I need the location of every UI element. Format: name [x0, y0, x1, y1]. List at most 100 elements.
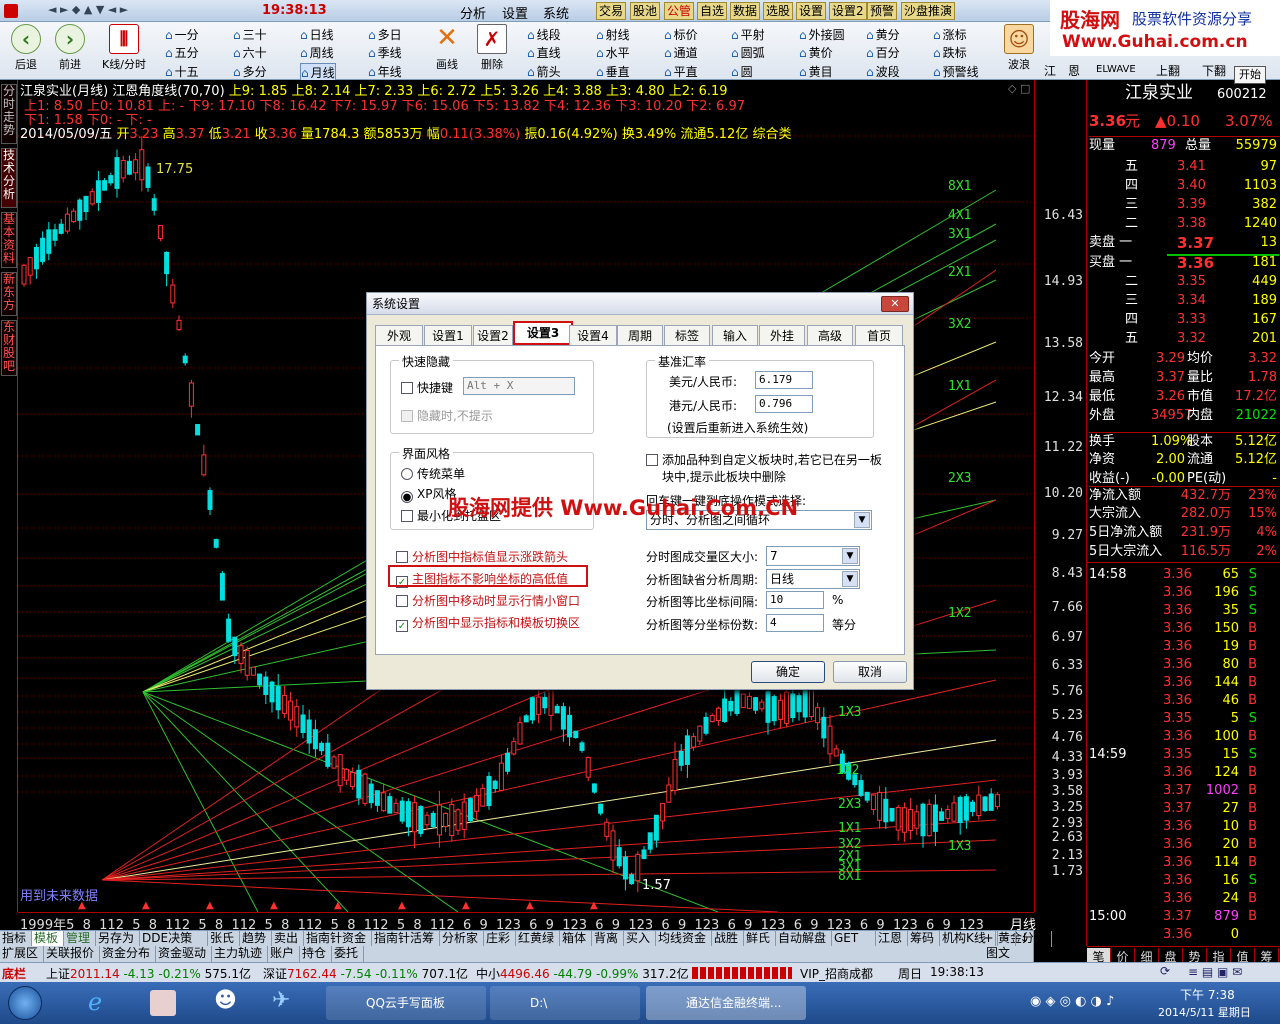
- tool-arrow[interactable]: 箭头: [527, 63, 561, 80]
- dialog-tab[interactable]: 外挂: [759, 325, 805, 345]
- app-icon[interactable]: [4, 4, 18, 18]
- dialog-tab[interactable]: 设置3: [513, 321, 573, 345]
- func-tab[interactable]: 箱体: [560, 931, 592, 947]
- func-tab[interactable]: 自动解盘: [776, 931, 832, 947]
- func-control[interactable]: +: [980, 931, 998, 947]
- tab-eastmoney-forum[interactable]: 东财股吧: [1, 320, 17, 376]
- asks-row[interactable]: 三 3.39 382: [1089, 196, 1279, 214]
- draw-line-button[interactable]: ✕ 画线: [426, 24, 468, 72]
- chart-corner-controls[interactable]: ◇ □: [1008, 82, 1030, 95]
- btn-setup[interactable]: 设置: [796, 2, 827, 20]
- tab-fundamentals[interactable]: 基本资料: [1, 212, 17, 268]
- tray-icons[interactable]: ◉ ◈ ◎ ◐ ◑ ♪: [1030, 994, 1114, 1009]
- ext-tab[interactable]: 资金驱动: [156, 946, 212, 962]
- func-tab[interactable]: DDE决策: [140, 931, 208, 947]
- tool-channel[interactable]: 通道: [664, 44, 698, 61]
- tool-ray[interactable]: 射线: [596, 26, 630, 43]
- ext-tab[interactable]: 委托: [332, 946, 364, 962]
- kline-button[interactable]: ⫴ K线/分时: [98, 24, 150, 72]
- bids-row[interactable]: 四 3.33 167: [1089, 311, 1279, 329]
- func-tab[interactable]: 筹码: [908, 931, 940, 947]
- period-multiday[interactable]: 多日: [368, 26, 402, 43]
- func-tab[interactable]: GET: [832, 931, 876, 947]
- index-smallcap[interactable]: 中小4496.46 -44.79 -0.99% 317.2亿: [476, 965, 689, 982]
- menu-system[interactable]: 系统: [543, 3, 569, 22]
- delete-line-button[interactable]: ✗ 删除: [471, 24, 513, 72]
- f10-tab[interactable]: 图文F10: [984, 946, 1034, 975]
- jiang-button[interactable]: 江: [1044, 62, 1056, 79]
- bids-row[interactable]: 三 3.34 189: [1089, 292, 1279, 310]
- period-5min[interactable]: 五分: [165, 44, 199, 61]
- dialog-tab[interactable]: 输入: [712, 325, 758, 345]
- period-year[interactable]: 年线: [368, 63, 402, 80]
- ext-tab[interactable]: 资金分布: [100, 946, 156, 962]
- bids-row[interactable]: 五 3.32 201: [1089, 330, 1279, 348]
- func-tab[interactable]: 指南针活筹: [372, 931, 440, 947]
- dialog-tab[interactable]: 设置1: [424, 325, 472, 345]
- func-tab[interactable]: 均线资金: [656, 931, 712, 947]
- bird-icon[interactable]: ✈: [272, 988, 290, 1013]
- btn-public[interactable]: 公管: [664, 2, 695, 20]
- func-tab[interactable]: 鲜氏: [744, 931, 776, 947]
- ok-button[interactable]: 确定: [751, 661, 825, 683]
- period-1min[interactable]: 一分: [165, 26, 199, 43]
- tray-small-icons[interactable]: ≡ ▤ ▣ ✉: [1188, 965, 1242, 979]
- ratio-interval-input[interactable]: 10: [766, 591, 824, 609]
- btn-sandbox[interactable]: 沙盘推演: [901, 2, 956, 20]
- btn-alert[interactable]: 预警: [867, 2, 898, 20]
- period-day[interactable]: 日线: [300, 26, 334, 43]
- task-tdx-terminal[interactable]: 通达信金融终端...: [646, 986, 806, 1020]
- tool-circumcircle[interactable]: 外接圆: [799, 26, 845, 43]
- btn-setup2[interactable]: 设置2: [829, 2, 867, 20]
- tool-alert-line[interactable]: 预警线: [933, 63, 979, 80]
- tab-new-oriental[interactable]: 新东方: [1, 272, 17, 316]
- tool-line[interactable]: 直线: [527, 44, 561, 61]
- tool-percent[interactable]: 百分: [866, 44, 900, 61]
- default-period-select[interactable]: 日线 ▼: [766, 569, 860, 589]
- tool-arc[interactable]: 圆弧: [731, 44, 765, 61]
- ext-tab[interactable]: 扩展区: [0, 946, 44, 962]
- indicator-switch-checkbox[interactable]: ✓ 分析图中显示指标和模板切换区: [396, 614, 580, 632]
- wave-button[interactable]: ☺ 波浪: [998, 24, 1040, 72]
- tab-technical[interactable]: 技术分析: [1, 148, 17, 208]
- func-tab[interactable]: 趋势: [240, 931, 272, 947]
- show-arrows-checkbox[interactable]: 分析图中指标值显示涨跌箭头: [396, 548, 568, 565]
- bids-row[interactable]: 二 3.35 449: [1089, 273, 1279, 291]
- func-tab[interactable]: 管理: [64, 931, 96, 947]
- period-week[interactable]: 周线: [300, 44, 334, 61]
- tab-intraday[interactable]: 分时走势: [1, 84, 17, 144]
- no-prompt-checkbox[interactable]: 隐藏时,不提示: [401, 407, 493, 424]
- menu-analysis[interactable]: 分析: [460, 3, 486, 22]
- vip-server[interactable]: VIP_招商成都: [800, 965, 873, 982]
- tool-down-mark[interactable]: 跌标: [933, 44, 967, 61]
- func-tab[interactable]: 另存为: [96, 931, 140, 947]
- btn-screener[interactable]: 选股: [763, 2, 794, 20]
- dialog-tab[interactable]: 首页: [855, 325, 903, 345]
- asks-row[interactable]: 五 3.41 97: [1089, 158, 1279, 176]
- equal-parts-input[interactable]: 4: [766, 614, 824, 632]
- btn-trade[interactable]: 交易: [596, 2, 627, 20]
- func-tab[interactable]: 红黄绿: [516, 931, 560, 947]
- ext-tab[interactable]: 账户: [268, 946, 300, 962]
- menu-settings[interactable]: 设置: [502, 3, 528, 22]
- tool-vertical[interactable]: 垂直: [596, 63, 630, 80]
- classic-menu-radio[interactable]: 传统菜单: [401, 465, 465, 482]
- tool-circle[interactable]: 圆: [731, 63, 753, 80]
- func-tab[interactable]: 庄彩: [484, 931, 516, 947]
- ie-icon[interactable]: ℯ: [88, 988, 102, 1016]
- qq-icon[interactable]: ☻: [214, 988, 237, 1013]
- dialog-tab[interactable]: 设置4: [569, 325, 617, 345]
- dialog-tab[interactable]: 周期: [617, 325, 663, 345]
- period-quarter[interactable]: 季线: [368, 44, 402, 61]
- btn-watchlist[interactable]: 自选: [697, 2, 728, 20]
- usd-input[interactable]: 6.179: [755, 371, 813, 389]
- forward-button[interactable]: › 前进: [49, 24, 91, 72]
- dialog-tab[interactable]: 设置2: [473, 325, 513, 345]
- period-30min[interactable]: 三十: [233, 26, 267, 43]
- func-tab[interactable]: 买入: [624, 931, 656, 947]
- asks-row[interactable]: 四 3.40 1103: [1089, 177, 1279, 195]
- tool-golden-target[interactable]: 黄目: [799, 63, 833, 80]
- ext-tab[interactable]: 持仓: [300, 946, 332, 962]
- task-drive-d[interactable]: D:\: [490, 986, 640, 1020]
- back-button[interactable]: ‹ 后退: [5, 24, 47, 72]
